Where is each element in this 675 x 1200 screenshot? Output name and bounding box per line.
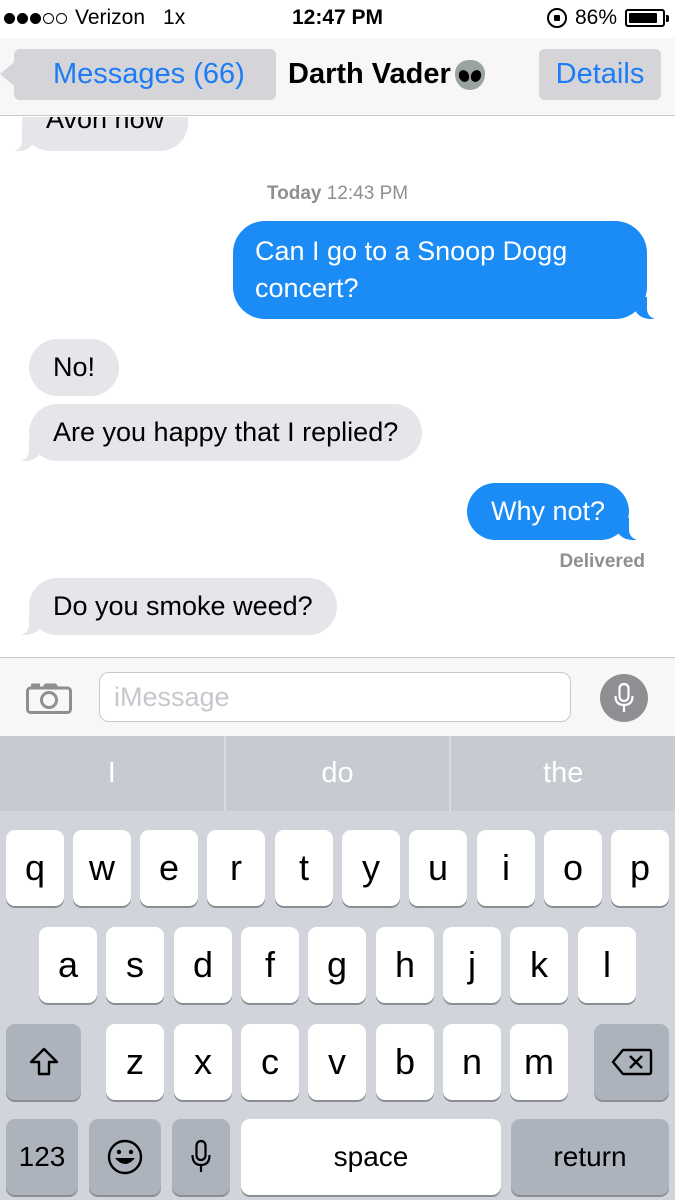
key-z[interactable]: z xyxy=(106,1024,164,1100)
contact-name: Darth Vader xyxy=(288,58,451,90)
key-d[interactable]: d xyxy=(174,927,232,1003)
outgoing-message[interactable]: Can I go to a Snoop Dogg concert? xyxy=(233,221,657,319)
microphone-glyph xyxy=(614,682,634,712)
imessage-input-container[interactable] xyxy=(99,672,571,722)
key-n[interactable]: n xyxy=(443,1024,501,1100)
prediction-suggestion[interactable]: the xyxy=(451,736,675,811)
message-timestamp: Today 12:43 PM xyxy=(0,183,675,205)
key-l[interactable]: l xyxy=(578,927,636,1003)
incoming-message[interactable]: Are you happy that I replied? xyxy=(18,404,423,461)
rotation-lock-icon xyxy=(546,8,567,28)
key-e[interactable]: e xyxy=(140,830,198,906)
return-key[interactable]: return xyxy=(511,1119,669,1195)
incoming-message[interactable]: No! xyxy=(29,339,120,396)
shift-key[interactable] xyxy=(6,1024,81,1100)
key-o[interactable]: o xyxy=(544,830,602,906)
imessage-input[interactable] xyxy=(100,673,570,721)
alien-emoji-icon xyxy=(454,59,485,90)
space-key[interactable]: space xyxy=(241,1119,501,1195)
battery-level-fill xyxy=(629,13,657,23)
key-h[interactable]: h xyxy=(376,927,434,1003)
numbers-key[interactable]: 123 xyxy=(6,1119,78,1195)
key-s[interactable]: s xyxy=(106,927,164,1003)
outgoing-message[interactable]: Why not? xyxy=(467,483,640,540)
conversation-title[interactable]: Darth Vader xyxy=(288,58,485,91)
key-r[interactable]: r xyxy=(207,830,265,906)
emoji-icon xyxy=(107,1139,143,1175)
key-v[interactable]: v xyxy=(308,1024,366,1100)
message-text: Do you smoke weed? xyxy=(53,591,313,621)
delivered-status: Delivered xyxy=(559,551,645,572)
key-m[interactable]: m xyxy=(510,1024,568,1100)
details-button[interactable]: Details xyxy=(539,49,661,100)
dictation-key[interactable] xyxy=(172,1119,230,1195)
timestamp-time: 12:43 PM xyxy=(326,183,409,204)
incoming-message-partial[interactable]: Avon now xyxy=(11,117,189,151)
microphone-icon[interactable] xyxy=(600,674,648,722)
key-w[interactable]: w xyxy=(73,830,131,906)
key-c[interactable]: c xyxy=(241,1024,299,1100)
key-f[interactable]: f xyxy=(241,927,299,1003)
timestamp-day: Today xyxy=(266,183,322,204)
key-t[interactable]: t xyxy=(275,830,333,906)
key-j[interactable]: j xyxy=(443,927,501,1003)
backspace-icon xyxy=(611,1048,652,1076)
message-text: Avon now xyxy=(46,117,165,134)
message-text: Are you happy that I replied? xyxy=(53,417,399,447)
back-button-label: Messages (66) xyxy=(53,58,245,90)
message-text: No! xyxy=(53,352,96,382)
dictation-microphone-icon xyxy=(191,1139,211,1172)
key-i[interactable]: i xyxy=(477,830,535,906)
prediction-suggestion[interactable]: I xyxy=(0,736,224,811)
camera-icon[interactable] xyxy=(26,682,72,714)
battery-percent: 86% xyxy=(574,6,617,29)
key-q[interactable]: q xyxy=(6,830,64,906)
key-y[interactable]: y xyxy=(342,830,400,906)
key-g[interactable]: g xyxy=(308,927,366,1003)
key-k[interactable]: k xyxy=(510,927,568,1003)
key-x[interactable]: x xyxy=(174,1024,232,1100)
status-bar: Verizon 1x 12:47 PM 86% xyxy=(0,0,675,38)
key-a[interactable]: a xyxy=(39,927,97,1003)
details-button-label: Details xyxy=(555,58,645,90)
key-p[interactable]: p xyxy=(611,830,669,906)
emoji-key[interactable] xyxy=(89,1119,161,1195)
prediction-suggestion[interactable]: do xyxy=(226,736,450,811)
keyboard: q w e r t y u i o p a s d f g h j k l z … xyxy=(0,811,675,1200)
message-text: Why not? xyxy=(491,496,606,526)
message-text: Can I go to a Snoop Dogg concert? xyxy=(255,236,568,303)
shift-arrow-icon xyxy=(29,1047,58,1076)
predictive-text-bar: I do the xyxy=(0,736,675,811)
battery-icon xyxy=(625,9,669,27)
nav-bar: Messages (66) Darth Vader Details xyxy=(0,38,675,116)
status-bar-right: 86% xyxy=(546,6,669,30)
message-thread[interactable]: Avon now Today 12:43 PM Can I go to a Sn… xyxy=(0,117,675,657)
backspace-key[interactable] xyxy=(594,1024,669,1100)
key-b[interactable]: b xyxy=(376,1024,434,1100)
key-u[interactable]: u xyxy=(409,830,467,906)
incoming-message[interactable]: Do you smoke weed? xyxy=(19,578,337,635)
back-to-messages-button[interactable]: Messages (66) xyxy=(0,49,276,100)
compose-bar xyxy=(0,657,675,736)
